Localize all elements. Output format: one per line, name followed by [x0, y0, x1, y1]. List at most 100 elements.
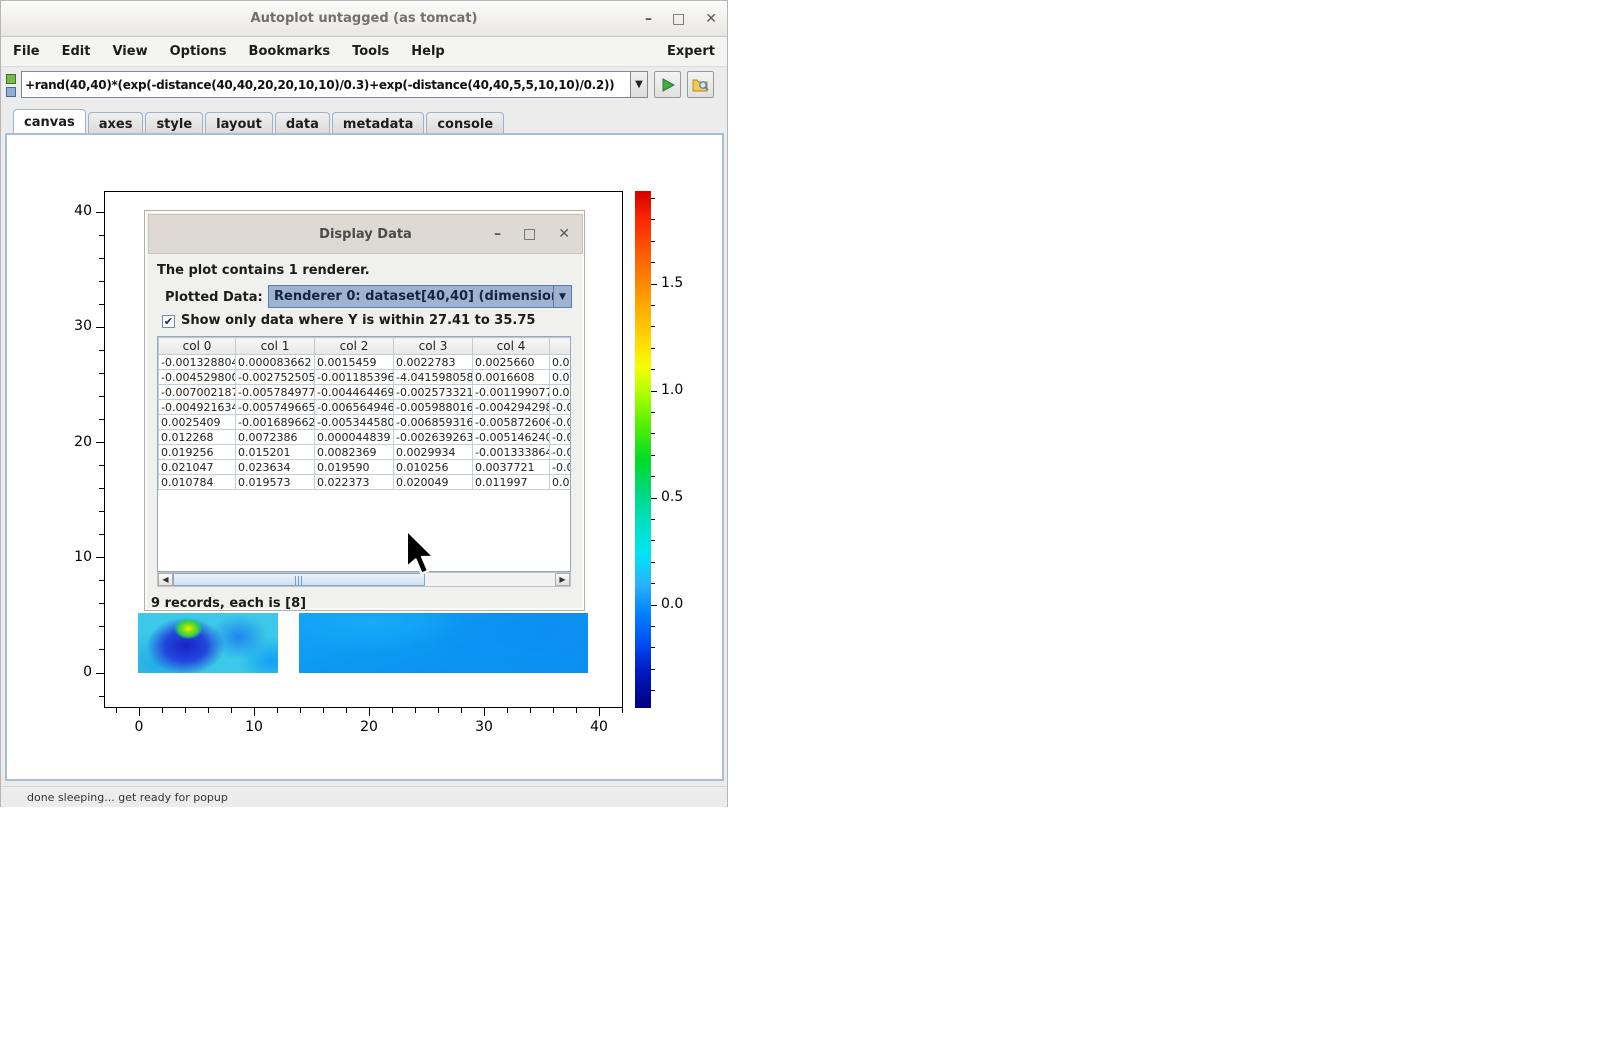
table-cell: -0.002639263... [394, 430, 473, 445]
y-major-tick [96, 442, 104, 443]
inspect-file-button[interactable] [687, 71, 714, 98]
colorbar-minor-tick [651, 669, 655, 670]
dialog-minimize-icon[interactable]: – [494, 227, 501, 241]
scroll-left-icon[interactable]: ◀ [158, 573, 173, 586]
y-axis-tick-label: 40 [58, 203, 92, 219]
thumb-grip [295, 576, 303, 585]
tab-style[interactable]: style [145, 112, 203, 133]
y-minor-tick [99, 350, 104, 351]
table-row[interactable]: -0.001328804...0.0000836620.00154590.002… [159, 355, 571, 370]
menu-item-bookmarks[interactable]: Bookmarks [249, 44, 331, 59]
minimize-icon[interactable]: – [645, 12, 652, 26]
colorbar-minor-tick [651, 241, 655, 242]
table-header[interactable]: col 0 [159, 338, 236, 355]
table-row[interactable]: -0.007002187...-0.005784977...-0.0044644… [159, 385, 571, 400]
table-cell: 0.00 [550, 385, 571, 400]
menu-bar: File Edit View Options Bookmarks Tools Help Exp… [1, 37, 727, 67]
menu-item-edit[interactable]: Edit [62, 44, 91, 59]
colorbar-minor-tick [651, 583, 655, 584]
x-minor-tick [622, 708, 623, 713]
table-header[interactable]: col 2 [315, 338, 394, 355]
title-bar[interactable]: Autoplot untagged (as tomcat) – □ ✕ [1, 1, 727, 37]
colorbar-minor-tick [651, 455, 655, 456]
x-minor-tick [553, 708, 554, 713]
tab-axes[interactable]: axes [88, 112, 144, 133]
renderer-select[interactable]: Renderer 0: dataset[40,40] (dimension...… [268, 285, 572, 308]
colorbar-minor-tick [651, 690, 655, 691]
heatmap-tile-left[interactable] [138, 613, 278, 673]
y-minor-tick [99, 534, 104, 535]
colorbar-minor-tick [651, 476, 655, 477]
table-row[interactable]: 0.0210470.0236340.0195900.0102560.003772… [159, 460, 571, 475]
colorbar-minor-tick [651, 540, 655, 541]
filter-checkbox[interactable] [162, 315, 175, 328]
uri-input[interactable] [21, 71, 631, 98]
close-icon[interactable]: ✕ [705, 12, 717, 26]
scroll-right-icon[interactable]: ▶ [555, 573, 570, 586]
table-cell: -0.007002187... [159, 385, 236, 400]
go-button[interactable] [654, 71, 681, 98]
menu-item-tools[interactable]: Tools [352, 44, 389, 59]
y-minor-tick [99, 626, 104, 627]
uri-toolbar: ▼ [1, 67, 727, 109]
table-cell: -0.004529800... [159, 370, 236, 385]
y-minor-tick [99, 488, 104, 489]
menu-item-help[interactable]: Help [411, 44, 444, 59]
table-cell: -0.001199077... [473, 385, 550, 400]
table-cell: -0.005749665... [236, 400, 315, 415]
menu-item-file[interactable]: File [13, 44, 40, 59]
x-minor-tick [415, 708, 416, 713]
x-minor-tick [208, 708, 209, 713]
datasource-status-icon[interactable] [5, 73, 18, 99]
heatmap-tile-right[interactable] [299, 613, 588, 673]
records-summary: 9 records, each is [8] [151, 596, 306, 611]
scrollbar-thumb[interactable] [173, 573, 425, 586]
table-header[interactable]: col 4 [473, 338, 550, 355]
table-row[interactable]: 0.0122680.00723860.000044839-0.002639263… [159, 430, 571, 445]
menu-item-view[interactable]: View [112, 44, 147, 59]
uri-dropdown-icon[interactable]: ▼ [630, 71, 648, 98]
menu-expert[interactable]: Expert [667, 44, 715, 59]
table-row[interactable]: -0.004529800...-0.002752505...-0.0011853… [159, 370, 571, 385]
menu-item-options[interactable]: Options [170, 44, 227, 59]
tab-data[interactable]: data [275, 112, 330, 133]
y-minor-tick [99, 603, 104, 604]
table-cell: 0.021047 [159, 460, 236, 475]
table-row[interactable]: 0.0107840.0195730.0223730.0200490.011997… [159, 475, 571, 490]
dialog-maximize-icon[interactable]: □ [523, 227, 536, 241]
colorbar-minor-tick [651, 412, 655, 413]
table-header[interactable]: col 1 [236, 338, 315, 355]
table-row[interactable]: 0.0192560.0152010.00823690.0029934-0.001… [159, 445, 571, 460]
y-minor-tick [99, 235, 104, 236]
colorbar-minor-tick [651, 647, 655, 648]
table-header[interactable]: col 3 [394, 338, 473, 355]
table-row[interactable]: 0.0025409-0.001689662...-0.005344580...-… [159, 415, 571, 430]
renderer-select-value: Renderer 0: dataset[40,40] (dimension... [269, 289, 553, 304]
x-minor-tick [185, 708, 186, 713]
tab-layout[interactable]: layout [205, 112, 273, 133]
table-cell: -0.002573321... [394, 385, 473, 400]
data-table-container[interactable]: col 0col 1col 2col 3col 4 -0.001328804..… [157, 336, 571, 572]
y-minor-tick [99, 419, 104, 420]
table-header[interactable] [550, 338, 571, 355]
filter-checkbox-label: Show only data where Y is within 27.41 t… [181, 313, 535, 328]
x-minor-tick [461, 708, 462, 713]
table-cell: 0.0025660 [473, 355, 550, 370]
maximize-icon[interactable]: □ [672, 12, 685, 26]
table-cell: 0.0082369 [315, 445, 394, 460]
dialog-close-icon[interactable]: ✕ [558, 227, 570, 241]
x-minor-tick [392, 708, 393, 713]
colorbar-major-tick [651, 498, 657, 499]
tab-console[interactable]: console [426, 112, 504, 133]
tab-canvas[interactable]: canvas [13, 109, 86, 133]
table-cell: 0.00 [550, 475, 571, 490]
y-minor-tick [99, 304, 104, 305]
table-cell: 0.012268 [159, 430, 236, 445]
display-data-dialog: Display Data – □ ✕ The plot contains 1 r… [144, 210, 585, 611]
table-cell: -0.0 [550, 415, 571, 430]
colorbar[interactable] [635, 191, 651, 708]
tab-metadata[interactable]: metadata [332, 112, 424, 133]
table-row[interactable]: -0.004921634...-0.005749665...-0.0065649… [159, 400, 571, 415]
horizontal-scrollbar[interactable]: ◀ ▶ [157, 572, 571, 587]
table-cell: -0.004921634... [159, 400, 236, 415]
